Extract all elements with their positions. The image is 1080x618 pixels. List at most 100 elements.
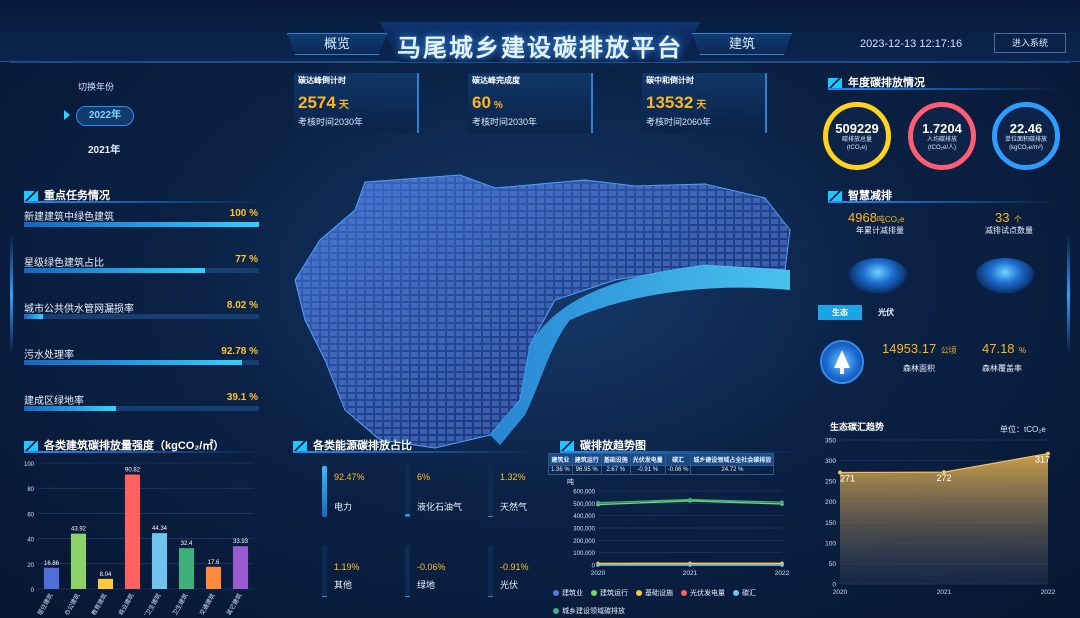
task-row: 星级绿色建筑占比: [24, 254, 104, 269]
task-label: 星级绿色建筑占比: [24, 258, 104, 269]
pedestal-icon: [975, 258, 1035, 294]
task-progress-fill: [24, 360, 243, 365]
countdown-card-neutral: 碳中和倒计时 13532 天 考核时间2060年: [642, 73, 767, 133]
year-2021-button[interactable]: 2021年: [88, 141, 120, 156]
section-icon: [560, 441, 574, 452]
tab-building[interactable]: 建筑: [692, 33, 792, 55]
data-label: 272: [936, 473, 951, 483]
task-progress-fill: [24, 406, 116, 411]
circle-value: 509229: [835, 120, 879, 136]
section-divider: [24, 201, 264, 203]
legend-item[interactable]: 建筑业: [553, 588, 583, 598]
legend-item[interactable]: 基础设施: [636, 588, 673, 598]
task-value: 77 %: [235, 254, 258, 265]
trend-line-chart: 0 100,000 200,000 300,000 400,000 500,000 600,…: [573, 490, 789, 578]
x-tick-label: 2022: [1041, 589, 1056, 596]
x-tick-label: 2021: [937, 589, 952, 596]
bar: [205, 566, 222, 589]
energy-bar-fill: [488, 595, 493, 597]
bar: [124, 474, 141, 589]
frame-accent: [10, 235, 13, 355]
data-point: [780, 500, 784, 504]
legend-item[interactable]: 碳汇: [733, 588, 756, 598]
y-tick-label: 350: [825, 438, 836, 445]
task-progress: [24, 406, 259, 411]
data-point: [688, 563, 692, 567]
x-tick-label: 2020: [833, 589, 848, 596]
x-tick-label: 医疗卫生建筑: [138, 592, 163, 615]
energy-bar-fill: [405, 595, 410, 597]
legend-item[interactable]: 城乡建设领域碳排放: [553, 606, 625, 616]
y-tick-label: 500,000: [573, 502, 595, 508]
task-row: 污水处理率: [24, 346, 74, 361]
pilot-count-label: 减排试点数量: [985, 226, 1033, 235]
trend-table: 建筑业 建筑运行 基础设施 光伏发电量 碳汇 城乡建设领域占全社会碳排放 1.36 % 96…: [548, 453, 775, 475]
x-tick-label: 卫生建筑: [171, 592, 190, 615]
bar-value-label: 33.93: [233, 539, 249, 545]
data-point: [596, 500, 600, 505]
circle-unit: (tCO₂e/人): [928, 144, 956, 151]
frame-line: [10, 62, 1070, 63]
energy-pct: -0.06%: [417, 562, 446, 572]
y-tick-label: 150: [825, 520, 836, 527]
energy-bar-fill: [488, 515, 493, 517]
y-tick-label: 250: [825, 479, 836, 486]
legend-marker-icon: [733, 590, 739, 596]
tab-ecology[interactable]: 生态: [818, 305, 862, 320]
task-progress-fill: [24, 222, 259, 227]
card-value: 2574 天: [298, 93, 349, 112]
legend-item[interactable]: 建筑运行: [591, 588, 628, 598]
task-progress: [24, 360, 259, 365]
x-tick-label: 2020: [591, 570, 606, 577]
task-value: 100 %: [229, 208, 258, 219]
energy-name: 光伏: [500, 580, 519, 590]
data-label: 271: [840, 474, 855, 484]
bar-value-label: 43.92: [71, 527, 87, 533]
energy-bar-electricity: [322, 462, 327, 517]
circle-value: 1.7204: [922, 120, 962, 136]
x-tick-label: 办公建筑: [63, 592, 82, 615]
card-subtitle: 考核时间2030年: [472, 117, 538, 127]
intensity-bar-chart: 0 20 40 60 80 100 16.86 居住建筑 43.92 办公建筑 8.04 教育建筑 90…: [24, 462, 254, 615]
section-icon: [293, 441, 307, 452]
tab-overview[interactable]: 概览: [287, 33, 387, 55]
legend-item[interactable]: 光伏发电量: [681, 588, 725, 598]
task-value: 92.78 %: [221, 346, 258, 357]
card-value: 60%: [472, 93, 503, 112]
circle-label: 人均碳排放: [926, 136, 957, 143]
task-progress-fill: [24, 314, 43, 319]
energy-pct: 6%: [417, 472, 431, 482]
y-tick-label: 0: [31, 588, 35, 594]
y-tick-label: 0: [832, 582, 836, 589]
x-tick-label: 其它建筑: [225, 592, 244, 615]
y-tick-label: 300: [825, 458, 836, 465]
y-tick-label: 0: [592, 564, 596, 570]
forest-cover-label: 森林覆盖率: [982, 364, 1022, 373]
reduction-amount-label: 年累计减排量: [856, 226, 904, 235]
circle-label: 单位面积碳排放: [1004, 136, 1047, 143]
y-tick-label: 200: [825, 499, 836, 506]
tab-solar[interactable]: 光伏: [868, 305, 904, 320]
y-tick-label: 100: [825, 540, 836, 547]
year-switch-label: 切换年份: [78, 82, 115, 92]
circle-label: 碳排放总量: [841, 136, 872, 143]
year-2022-button[interactable]: 2022年: [76, 106, 134, 126]
bar-value-label: 16.86: [44, 561, 60, 567]
city-map[interactable]: [285, 170, 805, 470]
countdown-card-progress: 碳达峰完成度 60% 考核时间2030年: [468, 73, 593, 133]
card-subtitle: 考核时间2060年: [646, 117, 712, 127]
card-title: 碳中和倒计时: [646, 76, 694, 85]
enter-system-button[interactable]: 进入系统: [994, 33, 1066, 53]
year-arrow-icon: [64, 110, 70, 120]
legend-marker-icon: [681, 590, 687, 596]
task-progress: [24, 222, 259, 227]
energy-bar-fill: [322, 466, 327, 517]
energy-bar-other: [322, 545, 327, 597]
section-divider: [24, 451, 264, 453]
legend-label: 光伏发电量: [690, 590, 725, 597]
data-label: 317: [1035, 455, 1050, 465]
frame-accent: [1067, 235, 1070, 355]
legend-marker-icon: [553, 590, 559, 596]
pedestal-icon: [848, 258, 908, 294]
x-tick-label: 交通建筑: [198, 592, 217, 615]
